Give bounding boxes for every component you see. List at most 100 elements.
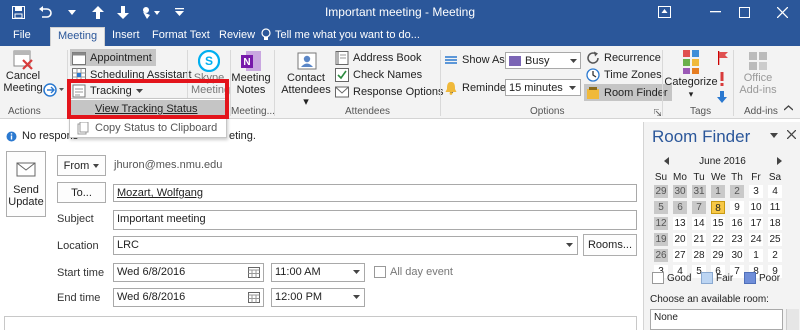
start-time-field[interactable]: 11:00 AM: [271, 263, 365, 282]
restore-ribbon-icon[interactable]: [656, 4, 672, 20]
calendar-day[interactable]: 29: [711, 249, 725, 262]
chevron-down-icon[interactable]: [353, 270, 360, 274]
tab-format-text[interactable]: Format Text: [152, 27, 210, 46]
cancel-meeting-button[interactable]: Cancel Meeting: [3, 50, 43, 94]
tab-file[interactable]: File: [13, 27, 31, 46]
skype-meeting-button[interactable]: S Skype Meeting: [191, 50, 230, 96]
office-add-ins-button[interactable]: Office Add-ins: [735, 50, 781, 96]
from-button[interactable]: From: [57, 155, 106, 176]
meeting-notes-button[interactable]: N Meeting Notes: [231, 50, 271, 96]
calendar-icon[interactable]: [248, 266, 260, 278]
close-pane-icon[interactable]: [787, 130, 796, 139]
minimize-icon[interactable]: [707, 4, 723, 20]
calendar-day[interactable]: 27: [673, 249, 687, 262]
next-month-icon[interactable]: [777, 157, 782, 165]
window-title: Important meeting - Meeting: [324, 5, 476, 19]
appointment-button[interactable]: Appointment: [70, 49, 156, 66]
appointment-icon: [72, 51, 86, 65]
group-label-actions: Actions: [8, 106, 41, 117]
scheduling-assistant-button[interactable]: Scheduling Assistant: [72, 67, 192, 83]
recipient-name[interactable]: Mozart, Wolfgang: [117, 187, 203, 199]
room-list[interactable]: None: [650, 309, 783, 330]
calendar-day[interactable]: 6: [673, 201, 687, 214]
choose-room-label: Choose an available room:: [650, 294, 769, 305]
calendar-day[interactable]: 29: [654, 185, 668, 198]
calendar-day-selected[interactable]: 8: [711, 201, 725, 214]
calendar-day[interactable]: 30: [730, 249, 744, 262]
end-time-field[interactable]: 12:00 PM: [271, 288, 365, 307]
calendar-icon[interactable]: [248, 291, 260, 303]
send-update-button[interactable]: Send Update: [6, 151, 46, 217]
room-finder-button[interactable]: Room Finder: [584, 84, 672, 101]
calendar-day[interactable]: 25: [768, 233, 782, 246]
calendar-day[interactable]: 13: [673, 217, 687, 230]
calendar-day[interactable]: 30: [673, 185, 687, 198]
show-as-select[interactable]: Busy: [505, 52, 581, 69]
all-day-checkbox[interactable]: [374, 266, 386, 278]
calendar-day[interactable]: 5: [654, 201, 668, 214]
contact-attendees-icon: [295, 50, 317, 72]
options-dialog-launcher-icon[interactable]: [654, 109, 661, 116]
address-book-button[interactable]: Address Book: [335, 50, 421, 66]
rooms-button[interactable]: Rooms...: [583, 234, 637, 256]
calendar-day[interactable]: 14: [692, 217, 706, 230]
collapse-ribbon-icon[interactable]: [784, 105, 793, 111]
calendar-day[interactable]: 9: [730, 201, 744, 214]
calendar-day[interactable]: 2: [730, 185, 744, 198]
calendar-day[interactable]: 4: [768, 185, 782, 198]
calendar-day[interactable]: 28: [692, 249, 706, 262]
room-list-scrollbar[interactable]: [786, 309, 799, 330]
copy-status-item[interactable]: Copy Status to Clipboard: [70, 119, 226, 137]
to-field[interactable]: Mozart, Wolfgang: [113, 184, 637, 202]
time-zones-button[interactable]: Time Zones: [586, 67, 662, 83]
calendar-day[interactable]: 23: [730, 233, 744, 246]
recurrence-button[interactable]: Recurrence: [586, 50, 661, 66]
calendar-day[interactable]: 3: [749, 185, 763, 198]
end-date-field[interactable]: Wed 6/8/2016: [113, 288, 264, 307]
calendar-day[interactable]: 1: [711, 185, 725, 198]
close-icon[interactable]: [774, 4, 790, 20]
calendar-day[interactable]: 21: [692, 233, 706, 246]
calendar-day[interactable]: 26: [654, 249, 668, 262]
calendar-day[interactable]: 17: [749, 217, 763, 230]
calendar-day[interactable]: 20: [673, 233, 687, 246]
categorize-button[interactable]: Categorize ▾: [664, 48, 718, 100]
tab-meeting[interactable]: Meeting: [50, 27, 106, 46]
chevron-down-icon[interactable]: [353, 295, 360, 299]
calendar-day[interactable]: 15: [711, 217, 725, 230]
reminder-select[interactable]: 15 minutes: [505, 79, 581, 96]
to-button[interactable]: To...: [57, 182, 106, 203]
forward-icon[interactable]: [43, 82, 65, 98]
message-body[interactable]: [4, 316, 637, 330]
calendar-day[interactable]: 11: [768, 201, 782, 214]
calendar-day[interactable]: 12: [654, 217, 668, 230]
calendar-day[interactable]: 7: [692, 201, 706, 214]
tell-me-box[interactable]: Tell me what you want to do...: [261, 28, 420, 41]
calendar-day[interactable]: 16: [730, 217, 744, 230]
low-importance-icon[interactable]: [717, 91, 727, 103]
room-finder-icon: [586, 86, 600, 100]
view-tracking-status-item[interactable]: View Tracking Status: [70, 100, 226, 118]
calendar-day[interactable]: 24: [749, 233, 763, 246]
calendar-day[interactable]: 22: [711, 233, 725, 246]
follow-up-flag-icon[interactable]: [717, 51, 729, 65]
contact-attendees-button[interactable]: Contact Attendees ▾: [278, 50, 334, 108]
start-date-field[interactable]: Wed 6/8/2016: [113, 263, 264, 282]
calendar-day[interactable]: 18: [768, 217, 782, 230]
check-names-button[interactable]: Check Names: [335, 67, 422, 83]
tab-review[interactable]: Review: [219, 27, 255, 46]
calendar-day[interactable]: 2: [768, 249, 782, 262]
subject-field[interactable]: Important meeting: [113, 210, 637, 230]
chevron-down-icon[interactable]: [566, 243, 573, 247]
maximize-icon[interactable]: [736, 4, 752, 20]
pane-options-icon[interactable]: [770, 133, 778, 138]
tracking-button[interactable]: Tracking: [72, 83, 143, 99]
calendar-day[interactable]: 10: [749, 201, 763, 214]
tab-insert[interactable]: Insert: [112, 27, 140, 46]
response-options-button[interactable]: Response Options: [335, 84, 455, 100]
high-importance-icon[interactable]: [719, 72, 725, 86]
calendar-day[interactable]: 31: [692, 185, 706, 198]
calendar-day[interactable]: 1: [749, 249, 763, 262]
location-field[interactable]: LRC: [113, 236, 578, 255]
calendar-day[interactable]: 19: [654, 233, 668, 246]
